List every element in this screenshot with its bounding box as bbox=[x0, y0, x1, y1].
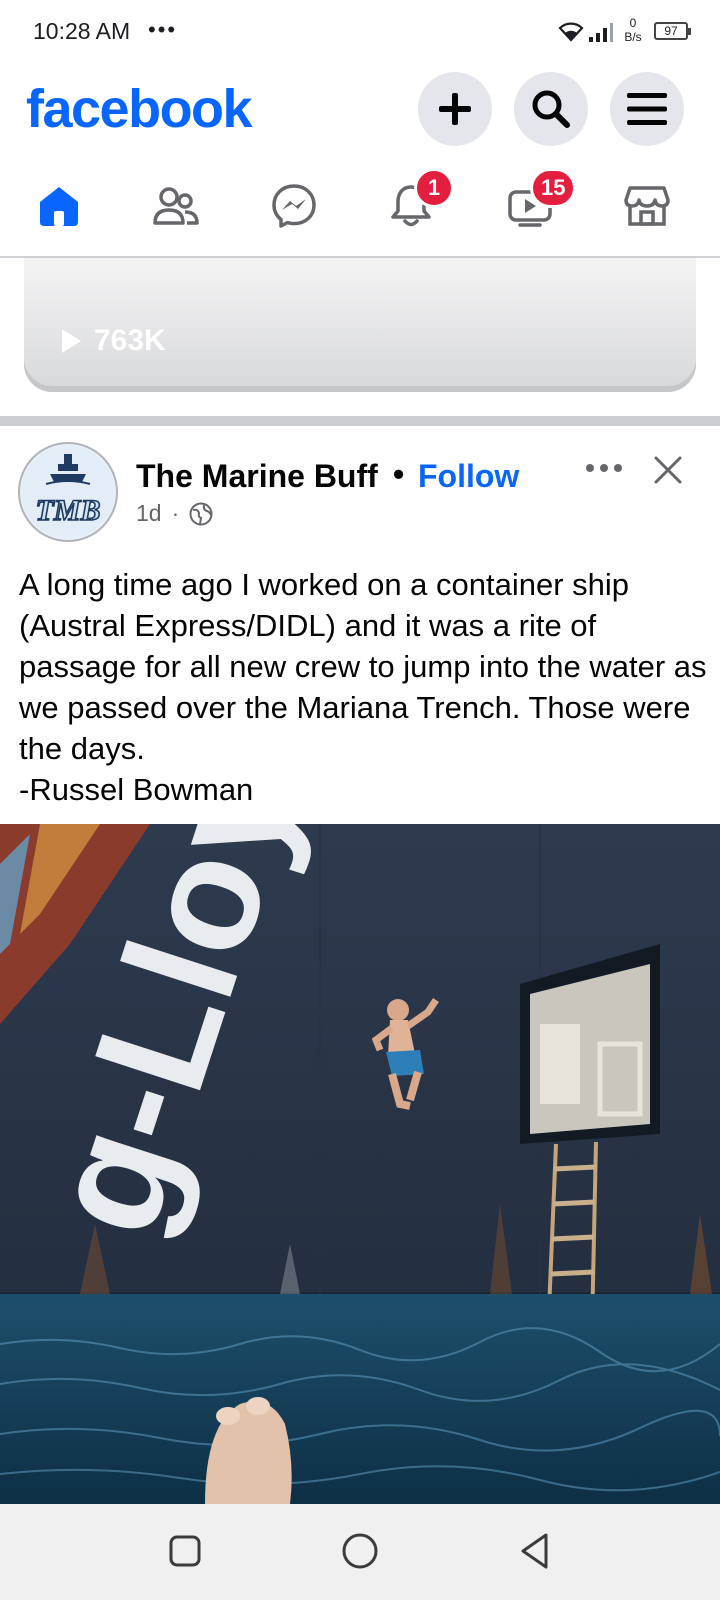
globe-icon bbox=[189, 502, 213, 525]
post-header: TMB The Marine Buff • Follow 1d · bbox=[0, 426, 720, 546]
post-body-text: A long time ago I worked on a container … bbox=[19, 564, 709, 810]
signal-icon bbox=[589, 23, 613, 42]
status-notification-dots: ••• bbox=[148, 17, 178, 42]
plus-icon bbox=[439, 93, 471, 125]
tab-marketplace[interactable] bbox=[617, 178, 677, 234]
video-badge: 15 bbox=[530, 168, 577, 208]
follow-separator: • bbox=[393, 456, 405, 492]
author-name[interactable]: The Marine Buff bbox=[136, 458, 378, 495]
avatar-graphic: TMB bbox=[22, 446, 114, 538]
battery-icon: 97 bbox=[654, 22, 691, 40]
video-view-count: 763K bbox=[60, 324, 166, 358]
network-speed-unit: B/s bbox=[624, 30, 642, 44]
play-icon bbox=[62, 329, 81, 353]
more-options-icon[interactable] bbox=[584, 462, 624, 474]
back-icon[interactable] bbox=[518, 1532, 552, 1570]
status-icons: 0 B/s 97 bbox=[558, 16, 698, 46]
views-label: 763K bbox=[94, 324, 166, 357]
notifications-badge: 1 bbox=[414, 168, 454, 208]
facebook-logo[interactable]: facebook bbox=[26, 78, 253, 140]
page-avatar[interactable]: TMB bbox=[18, 442, 118, 542]
wifi-icon bbox=[558, 22, 584, 42]
post-separator bbox=[0, 416, 720, 426]
post-meta: 1d · bbox=[136, 500, 213, 527]
create-button[interactable] bbox=[418, 72, 492, 146]
network-speed-value: 0 bbox=[629, 16, 637, 30]
friends-icon bbox=[153, 187, 199, 225]
previous-post-video[interactable]: 763K bbox=[24, 258, 696, 392]
main-nav-tabs: 1 15 bbox=[0, 154, 720, 258]
post-time[interactable]: 1d bbox=[136, 500, 162, 527]
tab-friends[interactable] bbox=[146, 178, 206, 234]
follow-button[interactable]: Follow bbox=[418, 458, 519, 495]
home-icon bbox=[40, 187, 78, 226]
menu-icon bbox=[627, 93, 667, 125]
tab-home[interactable] bbox=[29, 178, 89, 234]
system-navigation-bar bbox=[0, 1504, 720, 1600]
search-icon bbox=[532, 90, 570, 128]
status-time: 10:28 AM bbox=[33, 18, 131, 44]
avatar-text: TMB bbox=[35, 494, 100, 527]
status-bar: 10:28 AM ••• 0 B/s 97 bbox=[0, 0, 720, 64]
post-image[interactable]: g-Lloyd bbox=[0, 824, 720, 1504]
menu-button[interactable] bbox=[610, 72, 684, 146]
post-caption: A long time ago I worked on a container … bbox=[19, 567, 707, 807]
app-header: facebook bbox=[0, 64, 720, 152]
home-nav-icon[interactable] bbox=[341, 1532, 379, 1570]
ship-photo: g-Lloyd bbox=[0, 824, 720, 1504]
marketplace-icon bbox=[624, 186, 670, 226]
close-icon[interactable] bbox=[650, 452, 686, 488]
network-speed: 0 B/s bbox=[620, 16, 646, 44]
tab-messenger[interactable] bbox=[264, 178, 324, 234]
recent-apps-icon[interactable] bbox=[168, 1534, 202, 1568]
messenger-icon bbox=[272, 184, 316, 228]
search-button[interactable] bbox=[514, 72, 588, 146]
meta-separator: · bbox=[171, 500, 180, 526]
